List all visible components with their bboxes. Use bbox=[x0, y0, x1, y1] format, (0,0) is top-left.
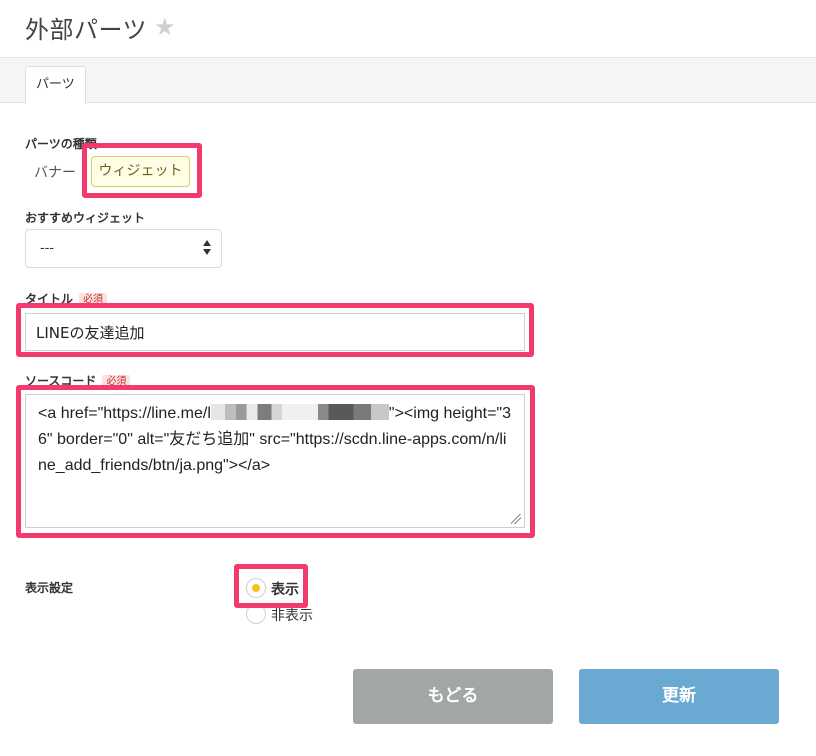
star-icon[interactable]: ★ bbox=[154, 12, 176, 42]
source-code-label-text: ソースコード bbox=[25, 374, 97, 388]
parts-type-label: パーツの種類 bbox=[25, 137, 97, 151]
radio-checked-icon[interactable] bbox=[246, 578, 266, 598]
title-label: タイトル 必須 bbox=[25, 290, 108, 307]
resize-handle-icon[interactable] bbox=[511, 514, 521, 524]
page-header: 外部パーツ ★ bbox=[0, 0, 816, 58]
back-button[interactable]: もどる bbox=[353, 669, 553, 724]
parts-type-widget-option[interactable]: ウィジェット bbox=[91, 156, 190, 187]
required-badge: 必須 bbox=[79, 293, 108, 307]
select-value: --- bbox=[40, 241, 55, 256]
tab-parts[interactable]: パーツ bbox=[25, 66, 86, 104]
source-code-start: <a href="https://line.me/l bbox=[38, 405, 211, 422]
parts-type-banner-option[interactable]: バナー bbox=[34, 162, 76, 182]
page-title: 外部パーツ bbox=[25, 16, 148, 44]
radio-hide-label: 非表示 bbox=[271, 608, 313, 624]
source-code-label: ソースコード 必須 bbox=[25, 372, 131, 389]
required-badge: 必須 bbox=[102, 375, 131, 389]
recommended-widget-label: おすすめウィジェット bbox=[25, 211, 146, 225]
update-button[interactable]: 更新 bbox=[579, 669, 779, 724]
tab-bar: パーツ bbox=[0, 58, 816, 104]
source-code-textarea[interactable]: <a href="https://line.me/l "><img height=… bbox=[25, 394, 525, 528]
redacted-id bbox=[210, 404, 389, 420]
display-setting-label: 表示設定 bbox=[25, 581, 74, 595]
title-label-text: タイトル bbox=[25, 292, 74, 306]
radio-show-label: 表示 bbox=[271, 582, 299, 598]
recommended-widget-select[interactable]: --- bbox=[25, 229, 222, 268]
title-input[interactable]: LINEの友達追加 bbox=[25, 313, 525, 351]
radio-unchecked-icon[interactable] bbox=[246, 604, 266, 624]
select-arrows-icon bbox=[203, 240, 211, 256]
